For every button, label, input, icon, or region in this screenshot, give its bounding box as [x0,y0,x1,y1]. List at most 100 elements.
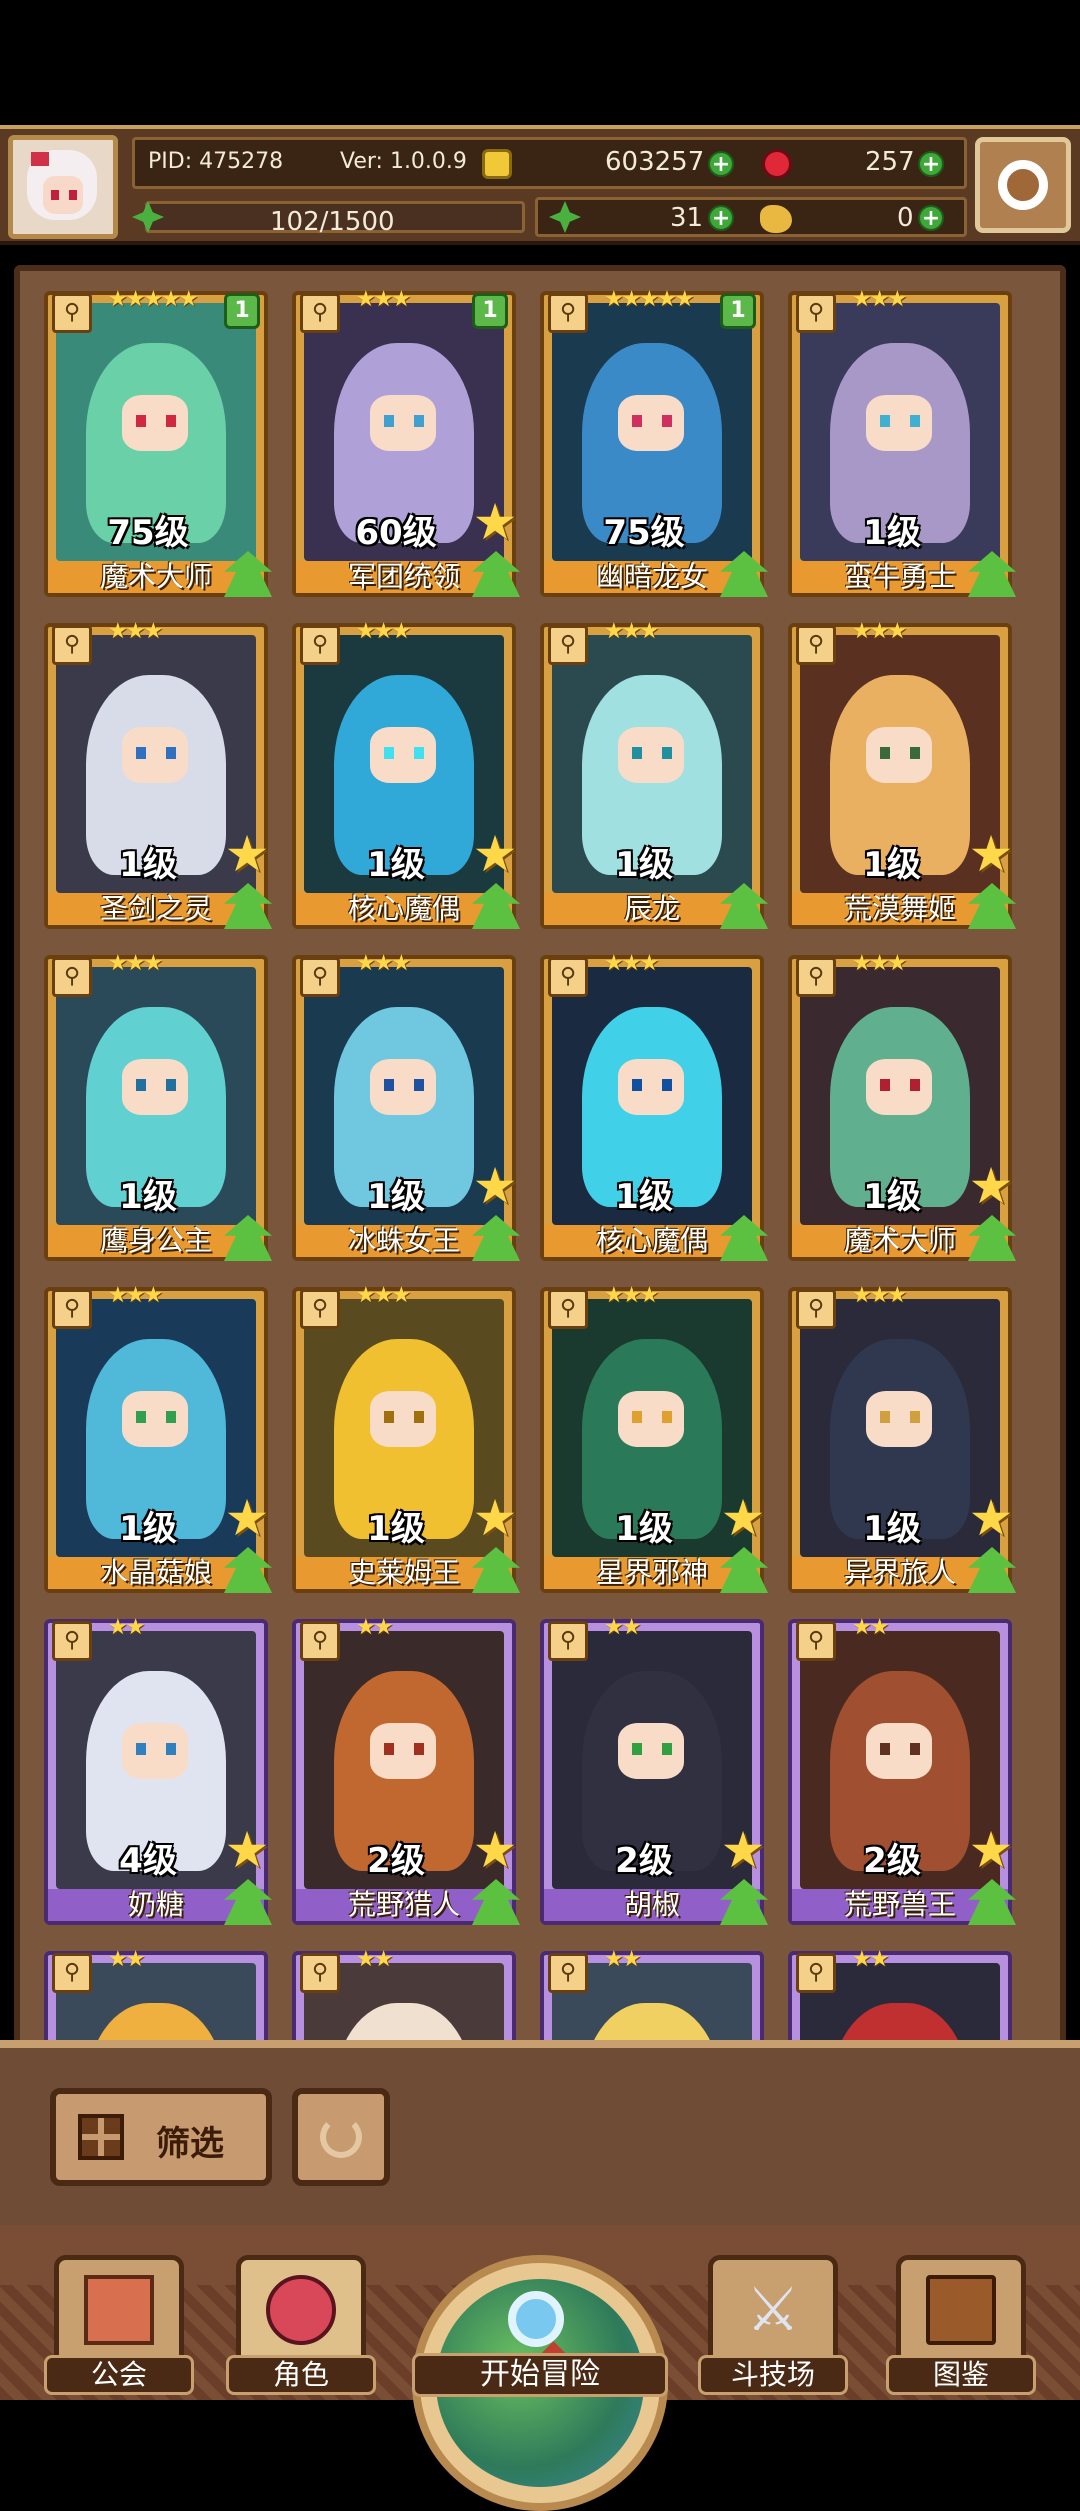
count-badge: 1 [224,293,260,329]
class-icon: ⚲ [300,625,340,665]
character-level: 2级 [367,1841,425,1881]
class-icon: ⚲ [52,1289,92,1329]
class-icon: ⚲ [52,1953,92,1993]
rarity-stars: ★★★ [604,619,659,644]
filter-button[interactable]: 筛选 [50,2088,272,2186]
nav-characters[interactable]: 角色 [226,2255,376,2395]
class-icon: ⚲ [796,1621,836,1661]
rarity-stars: ★★★ [356,287,411,312]
star-upgrade-icon: ★ [968,1489,1014,1547]
star-upgrade-icon: ★ [224,1821,270,1879]
character-card[interactable]: 1级 异界旅人 ⚲ ★★★ ★ [788,1283,1016,1593]
class-icon: ⚲ [52,293,92,333]
gem-amount: 257 [865,147,915,177]
character-card[interactable]: 60级 军团统领 ⚲ ★★★ 1 ★ [292,287,520,597]
class-icon: ⚲ [796,957,836,997]
character-grid: 75级 魔术大师 ⚲ ★★★★★ 1 60级 军团统领 ⚲ ★★★ 1 ★ 75级 幽暗龙女 ⚲ ★★★★★… [20,271,1060,2049]
sort-refresh-button[interactable] [292,2088,390,2186]
add-gem-button[interactable]: + [918,151,944,177]
rarity-stars: ★★ [604,1615,641,1640]
rarity-stars: ★★ [356,1615,393,1640]
character-card[interactable]: 1级 水晶菇娘 ⚲ ★★★ ★ [44,1283,272,1593]
rarity-stars: ★★★ [852,1283,907,1308]
nav-guild-label: 公会 [44,2355,194,2395]
character-card[interactable]: 75级 幽暗龙女 ⚲ ★★★★★ 1 [540,287,768,597]
rarity-stars: ★★ [108,1615,145,1640]
rarity-stars: ★★★ [356,951,411,976]
pid-label: PID: 475278 [148,149,284,174]
character-level: 1级 [119,845,177,885]
character-level: 1级 [367,1509,425,1549]
ruby-gem-icon [762,149,792,179]
character-card[interactable]: 1级 圣剑之灵 ⚲ ★★★ ★ [44,619,272,929]
character-card[interactable]: 1级 核心魔偶 ⚲ ★★★ [540,951,768,1261]
character-level: 1级 [367,845,425,885]
class-icon: ⚲ [796,293,836,333]
character-face-icon [266,2275,336,2345]
character-card[interactable]: 1级 冰蛛女王 ⚲ ★★★ ★ [292,951,520,1261]
character-card[interactable]: 1级 史莱姆王 ⚲ ★★★ ★ [292,1283,520,1593]
class-icon: ⚲ [300,1621,340,1661]
clover-count: 31 [670,203,704,233]
magnifier-icon [508,2291,564,2347]
nav-arena[interactable]: ⚔ 斗技场 [698,2255,848,2395]
character-card[interactable]: 1级 魔术大师 ⚲ ★★★ ★ [788,951,1016,1261]
character-card[interactable]: 2级 荒野猎人 ⚲ ★★ ★ [292,1615,520,1925]
bread-count: 0 [897,203,914,233]
class-icon: ⚲ [548,1621,588,1661]
class-icon: ⚲ [548,1953,588,1993]
rarity-stars: ★★★ [852,951,907,976]
add-clover-button[interactable]: + [708,205,734,231]
character-level: 4级 [119,1841,177,1881]
star-upgrade-icon: ★ [224,825,270,883]
character-level: 1级 [863,1177,921,1217]
star-upgrade-icon: ★ [472,493,518,551]
count-badge: 1 [720,293,756,329]
character-list-panel: 75级 魔术大师 ⚲ ★★★★★ 1 60级 军团统领 ⚲ ★★★ 1 ★ 75级 幽暗龙女 ⚲ ★★★★★… [14,265,1066,2055]
character-card[interactable]: 1级 辰龙 ⚲ ★★★ [540,619,768,929]
character-level: 2级 [615,1841,673,1881]
rarity-stars: ★★★ [852,619,907,644]
nav-codex[interactable]: 图鉴 [886,2255,1036,2395]
rarity-stars: ★★ [108,1947,145,1972]
character-card[interactable]: 1级 核心魔偶 ⚲ ★★★ ★ [292,619,520,929]
character-card[interactable]: 1级 荒漠舞姬 ⚲ ★★★ ★ [788,619,1016,929]
character-card[interactable]: 1级 星界邪神 ⚲ ★★★ ★ [540,1283,768,1593]
rarity-stars: ★★★★★ [604,287,695,312]
rarity-stars: ★★★ [604,951,659,976]
star-upgrade-icon: ★ [968,825,1014,883]
character-card[interactable]: 75级 魔术大师 ⚲ ★★★★★ 1 [44,287,272,597]
character-card[interactable]: 1级 鹰身公主 ⚲ ★★★ [44,951,272,1261]
add-gold-button[interactable]: + [708,151,734,177]
nav-codex-label: 图鉴 [886,2355,1036,2395]
gold-amount: 603257 [605,147,705,177]
start-adventure-button[interactable]: 开始冒险 [412,2255,668,2511]
star-upgrade-icon: ★ [472,1157,518,1215]
version-label: Ver: 1.0.0.9 [340,149,467,174]
class-icon: ⚲ [548,293,588,333]
star-upgrade-icon: ★ [472,1489,518,1547]
rarity-stars: ★★★ [356,1283,411,1308]
player-avatar[interactable] [8,135,118,239]
character-card[interactable]: 2级 胡椒 ⚲ ★★ ★ [540,1615,768,1925]
character-level: 1级 [367,1177,425,1217]
class-icon: ⚲ [52,957,92,997]
character-level: 1级 [119,1509,177,1549]
class-icon: ⚲ [300,293,340,333]
add-bread-button[interactable]: + [918,205,944,231]
rarity-stars: ★★ [852,1947,889,1972]
character-card[interactable]: 2级 荒野兽王 ⚲ ★★ ★ [788,1615,1016,1925]
stamina-value: 102/1500 [270,207,395,237]
settings-gear-icon[interactable] [975,137,1071,233]
nav-guild[interactable]: 公会 [44,2255,194,2395]
character-level: 1级 [119,1177,177,1217]
character-level: 1级 [615,1177,673,1217]
status-bar [0,0,1080,125]
character-card[interactable]: 4级 奶糖 ⚲ ★★ ★ [44,1615,272,1925]
grid-filter-icon [78,2114,124,2160]
gold-coin-icon [482,149,512,179]
character-card[interactable]: 1级 蛮牛勇士 ⚲ ★★★ [788,287,1016,597]
class-icon: ⚲ [796,1953,836,1993]
star-upgrade-icon: ★ [968,1157,1014,1215]
rarity-stars: ★★★ [108,1283,163,1308]
